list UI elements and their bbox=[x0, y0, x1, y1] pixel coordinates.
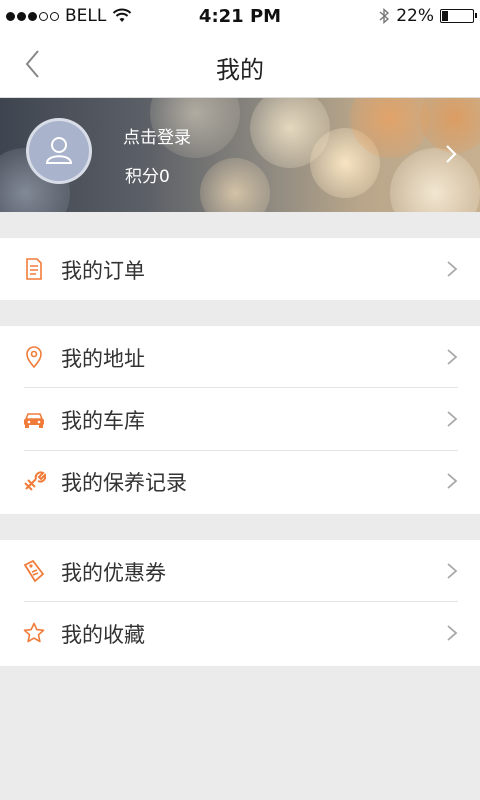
bluetooth-icon bbox=[379, 7, 390, 25]
avatar[interactable] bbox=[26, 118, 92, 184]
wrench-icon bbox=[24, 471, 46, 491]
chevron-right-icon bbox=[447, 625, 458, 641]
coupon-tag-icon bbox=[23, 559, 45, 583]
menu-item-label: 我的订单 bbox=[61, 259, 145, 283]
page-title: 我的 bbox=[216, 56, 264, 84]
location-pin-icon bbox=[26, 346, 42, 369]
battery-icon bbox=[440, 9, 477, 23]
chevron-right-icon bbox=[447, 563, 458, 579]
car-icon bbox=[24, 413, 44, 428]
chevron-right-icon[interactable] bbox=[442, 142, 460, 166]
menu-item-label: 我的保养记录 bbox=[61, 471, 187, 495]
status-bar: BELL 4:21 PM 22% bbox=[0, 0, 480, 36]
menu-group-orders: 我的订单 bbox=[0, 238, 480, 300]
document-icon bbox=[26, 258, 42, 280]
menu-item-coupons[interactable]: 我的优惠券 bbox=[0, 540, 480, 602]
star-icon bbox=[23, 622, 45, 643]
chevron-right-icon bbox=[447, 349, 458, 365]
menu-item-favorites[interactable]: 我的收藏 bbox=[0, 602, 480, 664]
nav-bar: 我的 bbox=[0, 36, 480, 98]
menu-group-benefits: 我的优惠券 我的收藏 bbox=[0, 540, 480, 666]
user-icon bbox=[45, 137, 73, 164]
chevron-right-icon bbox=[447, 473, 458, 489]
profile-banner[interactable]: 点击登录 积分0 bbox=[0, 98, 480, 212]
menu-item-orders[interactable]: 我的订单 bbox=[0, 238, 480, 300]
menu-item-garage[interactable]: 我的车库 bbox=[0, 388, 480, 450]
chevron-right-icon bbox=[447, 411, 458, 427]
battery-percent: 22% bbox=[396, 6, 434, 26]
status-right: 22% bbox=[378, 6, 477, 26]
points-label: 积分0 bbox=[125, 167, 170, 187]
menu-item-label: 我的车库 bbox=[61, 409, 145, 433]
menu-item-maintenance[interactable]: 我的保养记录 bbox=[0, 450, 480, 512]
login-link[interactable]: 点击登录 bbox=[123, 123, 191, 148]
chevron-right-icon bbox=[447, 261, 458, 277]
menu-item-address[interactable]: 我的地址 bbox=[0, 326, 480, 388]
menu-item-label: 我的优惠券 bbox=[61, 561, 166, 585]
menu-group-account: 我的地址 我的车库 我的保养记录 bbox=[0, 326, 480, 514]
menu-item-label: 我的地址 bbox=[61, 347, 145, 371]
menu-item-label: 我的收藏 bbox=[61, 623, 145, 647]
